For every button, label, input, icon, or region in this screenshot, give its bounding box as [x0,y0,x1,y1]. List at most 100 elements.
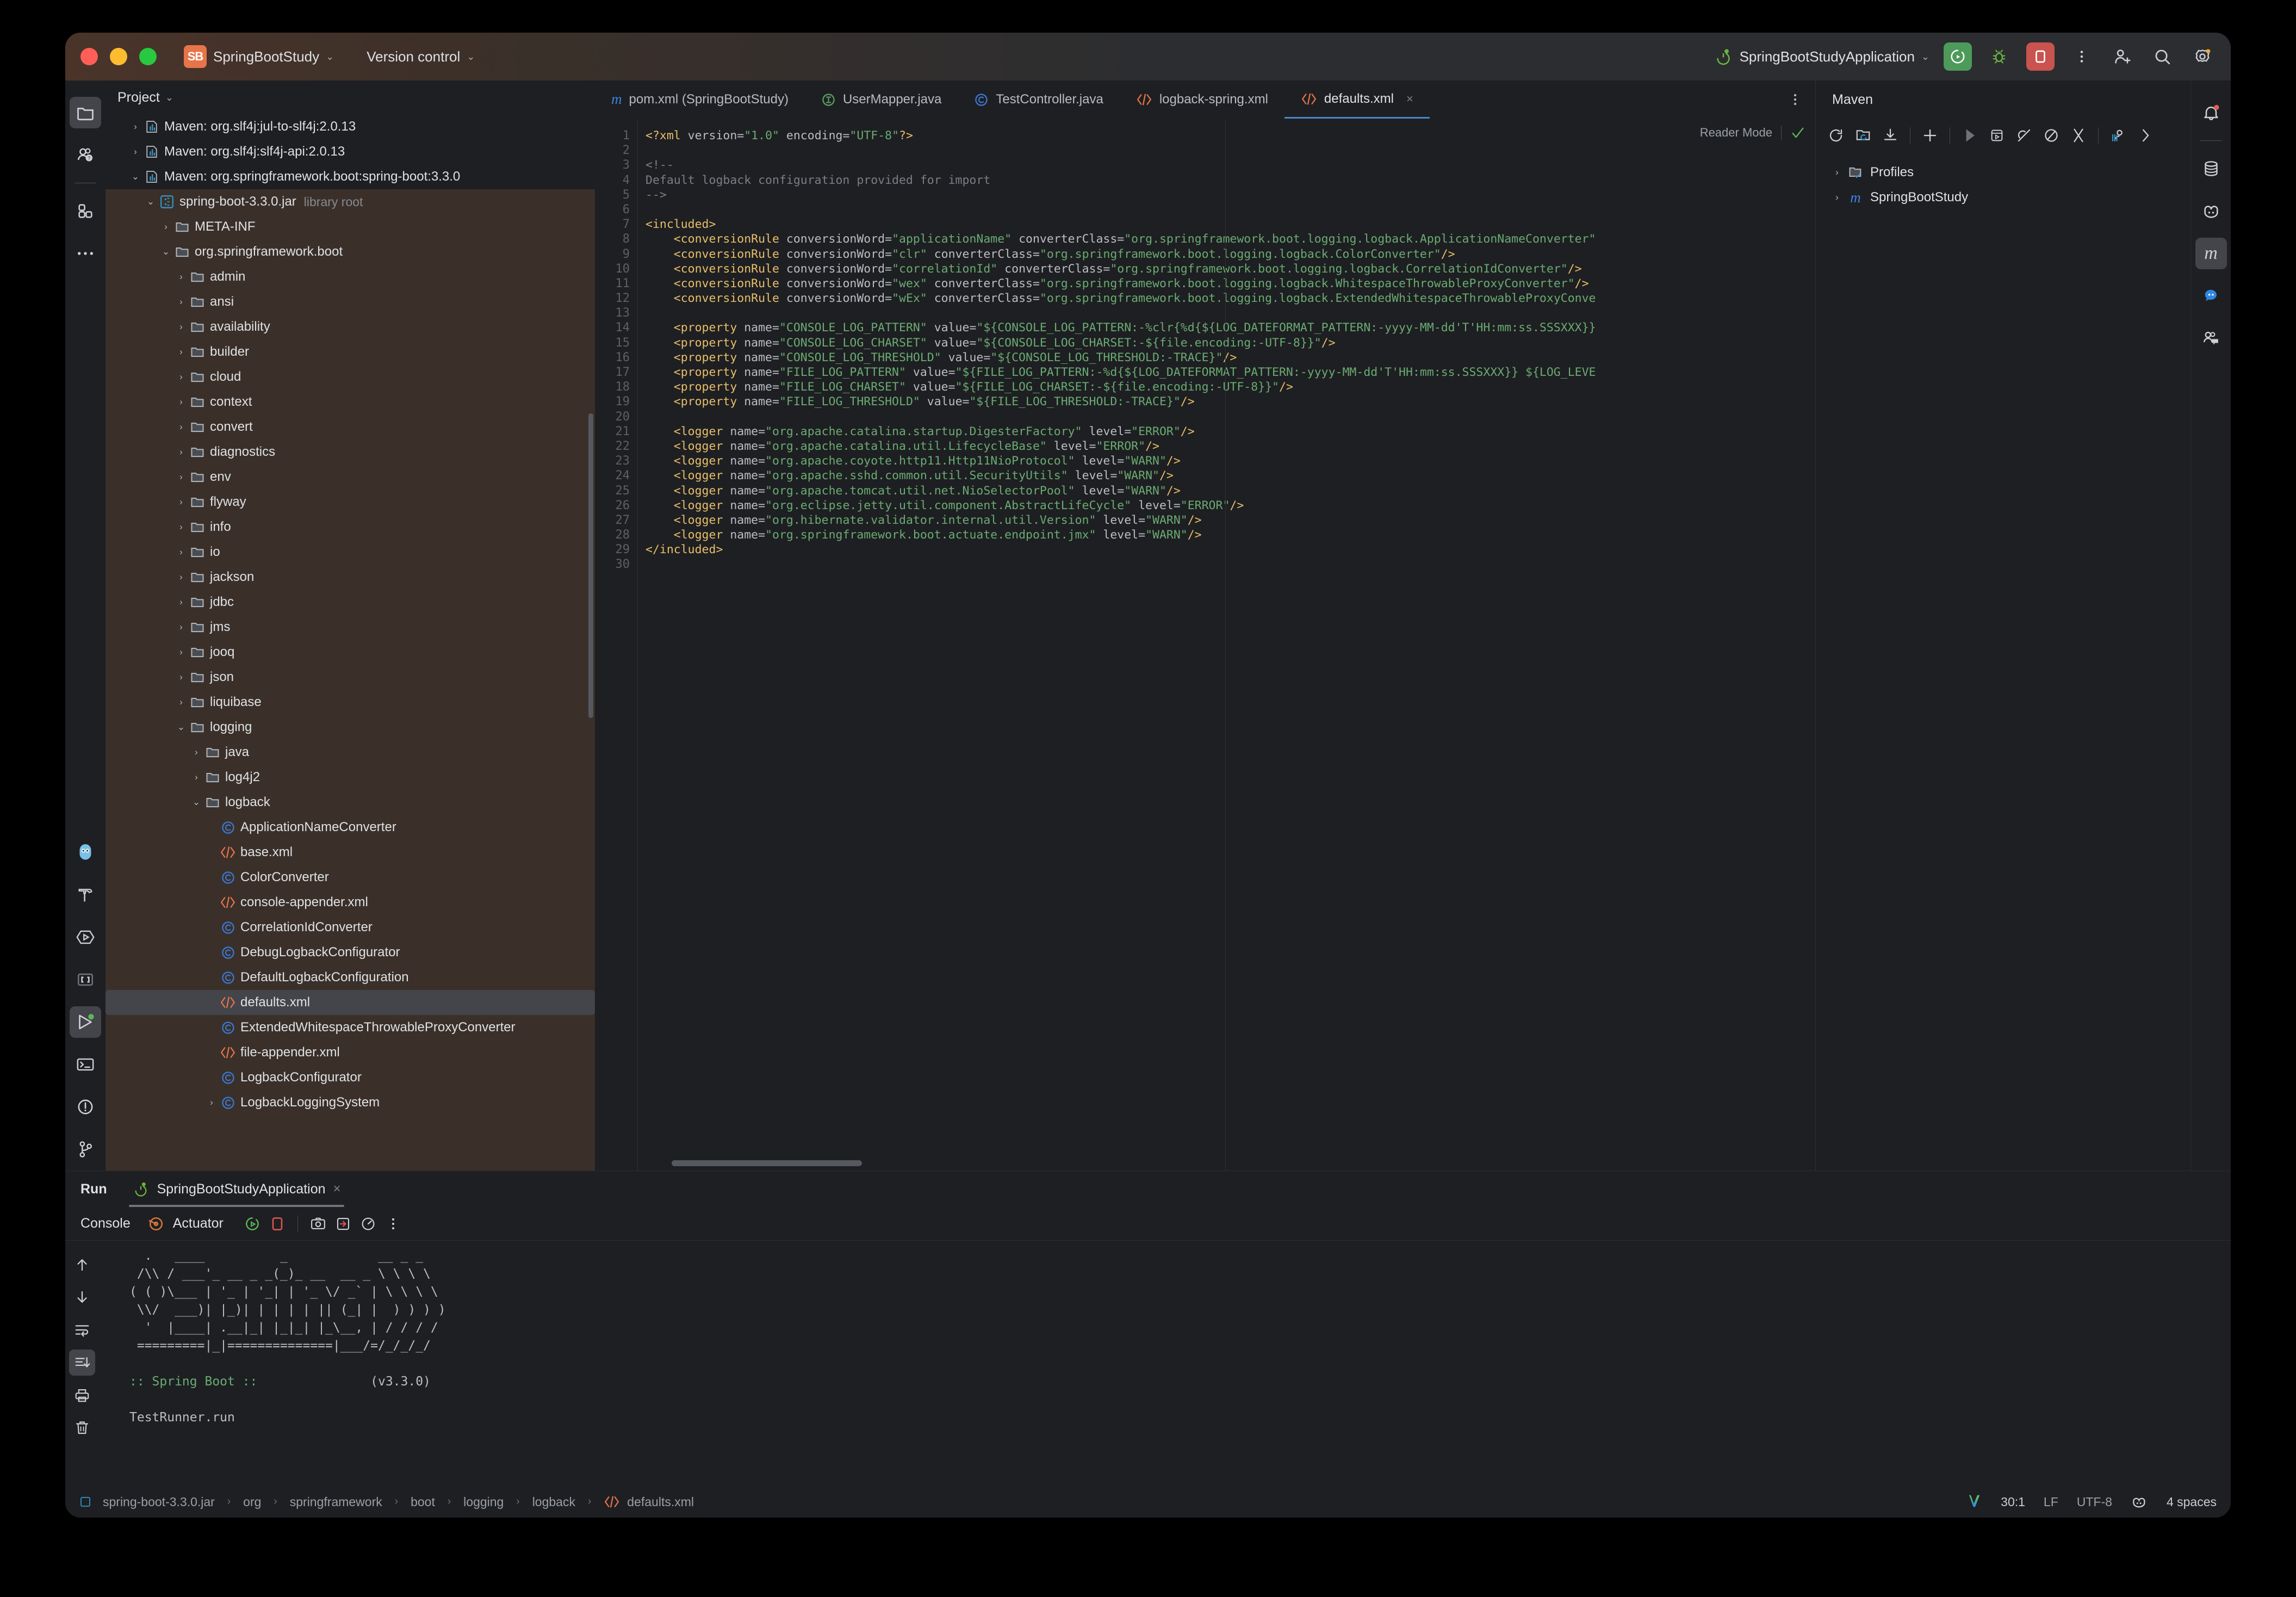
breadcrumb[interactable]: spring-boot-3.3.0.jar›org›springframewor… [79,1495,694,1509]
minimize-window-button[interactable] [110,48,127,65]
vcs-check-icon[interactable] [1968,1494,1982,1510]
chevron-right-icon[interactable]: › [189,747,203,758]
tree-item[interactable]: ›ansi [106,289,595,314]
skip-tests-icon[interactable] [2012,123,2037,148]
scroll-down-button[interactable] [69,1284,95,1310]
editor-tab[interactable]: UserMapper.java [805,81,958,119]
tree-item[interactable]: ApplicationNameConverter [106,815,595,840]
tree-item[interactable]: LogbackConfigurator [106,1065,595,1090]
editor-tab[interactable]: mpom.xml (SpringBootStudy) [595,81,805,119]
breadcrumb-item[interactable]: spring-boot-3.3.0.jar [103,1495,215,1509]
sidebar-item-project[interactable] [70,97,101,128]
tree-item[interactable]: DefaultLogbackConfiguration [106,965,595,990]
editor-tab[interactable]: defaults.xml× [1284,81,1430,119]
sidebar-item-database[interactable] [2195,153,2227,184]
tree-item[interactable]: ›json [106,665,595,690]
sidebar-item-ai-assistant[interactable] [2195,280,2227,312]
breadcrumb-item[interactable]: springframework [290,1495,382,1509]
screenshot-button[interactable] [306,1211,331,1236]
sidebar-item-build[interactable] [70,879,101,911]
line-separator[interactable]: LF [2044,1495,2058,1509]
chevron-right-icon[interactable]: › [174,472,188,482]
tree-item[interactable]: ›builder [106,339,595,364]
chevron-right-icon[interactable]: › [204,1097,219,1108]
tree-item[interactable]: ›jooq [106,640,595,665]
chevron-right-icon[interactable]: › [1830,192,1844,203]
tree-item[interactable]: ›flyway [106,490,595,515]
tree-item[interactable]: ›jdbc [106,590,595,615]
tree-item[interactable]: CorrelationIdConverter [106,915,595,940]
profiler-icon[interactable] [2106,123,2131,148]
editor-tabs-more-button[interactable] [1775,81,1815,119]
tree-item[interactable]: console-appender.xml [106,890,595,915]
project-tree[interactable]: ›Maven: org.slf4j:jul-to-slf4j:2.0.13›Ma… [106,114,595,1171]
tree-item[interactable]: ›Maven: org.slf4j:slf4j-api:2.0.13 [106,139,595,164]
stop-button[interactable] [265,1211,290,1236]
caret-position[interactable]: 30:1 [2001,1495,2025,1509]
sidebar-item-bookmarks[interactable] [70,964,101,995]
add-user-button[interactable] [2109,44,2135,70]
tree-item[interactable]: DebugLogbackConfigurator [106,940,595,965]
tree-item[interactable]: ⌄logback [106,790,595,815]
more-button[interactable] [381,1211,406,1236]
window-controls[interactable] [80,48,157,65]
tree-item[interactable]: ›LogbackLoggingSystem [106,1090,595,1115]
breadcrumb-item[interactable]: org [243,1495,261,1509]
chevron-down-icon[interactable]: ⌄ [144,196,158,207]
chevron-right-icon[interactable]: › [174,372,188,382]
chevron-right-icon[interactable]: › [174,296,188,307]
tree-item[interactable]: ColorConverter [106,865,595,890]
sidebar-item-run-anything[interactable] [70,921,101,953]
tree-item[interactable]: ›jackson [106,565,595,590]
tree-item[interactable]: ›convert [106,414,595,440]
soft-wrap-button[interactable] [69,1317,95,1343]
chevron-down-icon[interactable]: ⌄ [174,722,188,733]
indent-setting[interactable]: 4 spaces [2167,1495,2217,1509]
code-scroll-container[interactable]: <?xml version="1.0" encoding="UTF-8"?> <… [637,119,1815,1171]
tree-item[interactable]: ›io [106,540,595,565]
chevron-right-icon[interactable]: › [174,321,188,332]
print-button[interactable] [69,1382,95,1408]
chevron-right-icon[interactable]: › [174,447,188,457]
tree-item[interactable]: ›availability [106,314,595,339]
tree-item[interactable]: base.xml [106,840,595,865]
chevron-right-icon[interactable]: › [174,597,188,608]
sidebar-item-version-control[interactable] [70,1134,101,1165]
tree-item[interactable]: defaults.xml [106,990,595,1015]
sidebar-item-plugins[interactable] [70,195,101,227]
chevron-right-icon[interactable]: › [174,547,188,558]
reload-icon[interactable] [1823,123,1848,148]
code-editor[interactable]: 1234567891011121314151617181920212223242… [595,119,1815,1171]
tree-item[interactable]: ExtendedWhitespaceThrowableProxyConverte… [106,1015,595,1040]
chevron-right-icon[interactable]: › [174,497,188,507]
chevron-right-icon[interactable]: › [174,397,188,407]
add-icon[interactable] [1918,123,1943,148]
more-actions-button[interactable] [2069,44,2095,70]
chevron-right-icon[interactable]: › [174,271,188,282]
profiler-button[interactable] [356,1211,381,1236]
tab-console[interactable]: Console [80,1216,131,1231]
search-everywhere-button[interactable] [2149,44,2175,70]
tree-item[interactable]: ›jms [106,615,595,640]
chevron-right-icon[interactable]: › [189,772,203,783]
clear-all-button[interactable] [69,1415,95,1441]
reload-project-icon[interactable] [1851,123,1876,148]
run-button[interactable] [1944,42,1972,71]
tree-item[interactable]: ›Maven: org.slf4j:jul-to-slf4j:2.0.13 [106,114,595,139]
tree-item[interactable]: ›context [106,389,595,414]
scroll-up-button[interactable] [69,1252,95,1278]
editor-tab[interactable]: TestController.java [958,81,1119,119]
breadcrumb-item[interactable]: boot [411,1495,435,1509]
project-panel-header[interactable]: Project ⌄ [106,81,595,114]
console-output[interactable]: . ____ _ __ _ _ /\\ / ___'_ __ _ _(_)_ _… [99,1241,2231,1486]
run-icon[interactable] [1957,123,1982,148]
tree-item[interactable]: ⌄org.springframework.boot [106,239,595,264]
tree-item[interactable]: ›env [106,465,595,490]
chevron-right-icon[interactable]: › [128,121,142,132]
tree-item[interactable]: file-appender.xml [106,1040,595,1065]
sidebar-item-database-owl[interactable] [70,837,101,868]
maven-tree[interactable]: ›Profiles›mSpringBootStudy [1816,152,2190,1171]
horizontal-scrollbar[interactable] [672,1160,862,1166]
breadcrumb-item[interactable]: logback [532,1495,575,1509]
sidebar-item-terminal[interactable] [70,1049,101,1080]
